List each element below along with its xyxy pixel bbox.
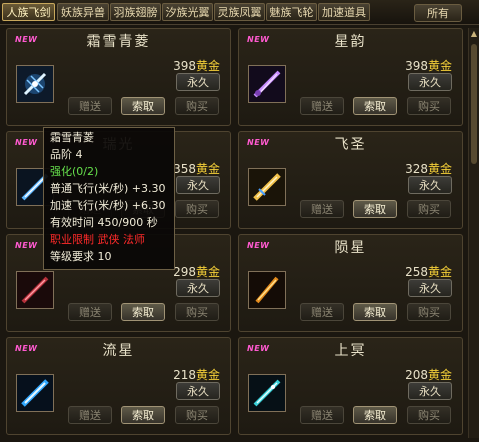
item-name: 星韵: [334, 34, 367, 50]
tooltip-boost-speed: 加速飞行(米/秒) +6.30: [50, 199, 166, 212]
azure-sword-icon[interactable]: [248, 374, 286, 412]
claim-button[interactable]: 索取: [353, 406, 397, 424]
tab-feather-wings[interactable]: 羽族翅膀: [110, 3, 161, 21]
claim-button[interactable]: 索取: [353, 200, 397, 218]
item-card: NEW 流星 218黄金 永久 赠送 索取 购买: [6, 337, 231, 435]
frost-sword-icon[interactable]: [16, 65, 54, 103]
new-badge: NEW: [247, 241, 270, 250]
tooltip-job-limit: 职业限制 武侠 法师: [50, 233, 145, 246]
item-name: 流星: [102, 343, 135, 359]
claim-button[interactable]: 索取: [121, 406, 165, 424]
item-name: 飞圣: [334, 137, 367, 153]
buy-button[interactable]: 购买: [175, 303, 219, 321]
tooltip-title: 霜雪青菱: [50, 131, 94, 144]
price: 258黄金: [405, 265, 452, 279]
new-badge: NEW: [247, 344, 270, 353]
comet-sword-icon[interactable]: [16, 374, 54, 412]
gift-button[interactable]: 赠送: [300, 200, 344, 218]
permanent-duration-button[interactable]: 永久: [176, 176, 220, 194]
permanent-duration-button[interactable]: 永久: [176, 279, 220, 297]
new-badge: NEW: [15, 241, 38, 250]
category-tab-bar: 人族飞剑 妖族异兽 羽族翅膀 汐族光翼 灵族凤翼 魅族飞轮 加速道具 所有: [0, 0, 479, 25]
claim-button[interactable]: 索取: [353, 303, 397, 321]
filter-all-dropdown[interactable]: 所有: [414, 4, 462, 22]
item-name: 陨星: [334, 240, 367, 256]
claim-button[interactable]: 索取: [121, 97, 165, 115]
tab-human-flying-sword[interactable]: 人族飞剑: [2, 3, 55, 21]
tooltip-duration: 有效时间 450/900 秒: [50, 216, 158, 229]
permanent-duration-button[interactable]: 永久: [176, 73, 220, 91]
claim-button[interactable]: 索取: [121, 303, 165, 321]
item-tooltip: 霜雪青菱 品阶 4 强化(0/2) 普通飞行(米/秒) +3.30 加速飞行(米…: [43, 127, 175, 270]
tooltip-level-requirement: 等级要求 10: [50, 250, 112, 263]
buy-button[interactable]: 购买: [175, 200, 219, 218]
price: 218黄金: [173, 368, 220, 382]
gift-button[interactable]: 赠送: [300, 406, 344, 424]
new-badge: NEW: [15, 344, 38, 353]
item-card: NEW 星韵 398黄金 永久 赠送 索取 购买: [238, 28, 463, 126]
scroll-up-arrow-icon[interactable]: ▲: [469, 28, 479, 40]
new-badge: NEW: [247, 138, 270, 147]
permanent-duration-button[interactable]: 永久: [408, 382, 452, 400]
tooltip-normal-speed: 普通飞行(米/秒) +3.30: [50, 182, 166, 195]
tab-demon-beast[interactable]: 妖族异兽: [57, 3, 109, 21]
buy-button[interactable]: 购买: [407, 303, 451, 321]
tooltip-grade: 品阶 4: [50, 148, 83, 161]
price: 298黄金: [173, 265, 220, 279]
gift-button[interactable]: 赠送: [68, 406, 112, 424]
permanent-duration-button[interactable]: 永久: [408, 176, 452, 194]
buy-button[interactable]: 购买: [407, 406, 451, 424]
scrollbar[interactable]: ▲: [468, 28, 479, 438]
buy-button[interactable]: 购买: [407, 200, 451, 218]
gift-button[interactable]: 赠送: [68, 97, 112, 115]
buy-button[interactable]: 购买: [407, 97, 451, 115]
price: 328黄金: [405, 162, 452, 176]
gift-button[interactable]: 赠送: [68, 303, 112, 321]
gift-button[interactable]: 赠送: [300, 303, 344, 321]
new-badge: NEW: [247, 35, 270, 44]
price: 398黄金: [405, 59, 452, 73]
item-name: 上冥: [334, 343, 367, 359]
price: 358黄金: [173, 162, 220, 176]
tab-spirit-phoenix-wings[interactable]: 灵族凤翼: [214, 3, 265, 21]
scroll-thumb[interactable]: [471, 44, 477, 164]
purple-blade-icon[interactable]: [248, 65, 286, 103]
price: 208黄金: [405, 368, 452, 382]
tab-speed-items[interactable]: 加速道具: [318, 3, 370, 21]
item-card: NEW 陨星 258黄金 永久 赠送 索取 购买: [238, 234, 463, 332]
item-card: NEW 霜雪青菱 398黄金 永久 赠送 索取 购买: [6, 28, 231, 126]
permanent-duration-button[interactable]: 永久: [408, 73, 452, 91]
crimson-sword-icon[interactable]: [16, 271, 54, 309]
new-badge: NEW: [15, 35, 38, 44]
item-name: 霜雪青菱: [86, 34, 151, 50]
claim-button[interactable]: 索取: [353, 97, 397, 115]
price: 398黄金: [173, 59, 220, 73]
flame-sword-icon[interactable]: [248, 271, 286, 309]
permanent-duration-button[interactable]: 永久: [176, 382, 220, 400]
buy-button[interactable]: 购买: [175, 97, 219, 115]
buy-button[interactable]: 购买: [175, 406, 219, 424]
golden-sword-icon[interactable]: [248, 168, 286, 206]
item-card: NEW 飞圣 328黄金 永久 赠送 索取 购买: [238, 131, 463, 229]
item-card: NEW 上冥 208黄金 永久 赠送 索取 购买: [238, 337, 463, 435]
tab-charm-flying-wheel[interactable]: 魅族飞轮: [266, 3, 317, 21]
permanent-duration-button[interactable]: 永久: [408, 279, 452, 297]
tooltip-enhance: 强化(0/2): [50, 165, 99, 178]
new-badge: NEW: [15, 138, 38, 147]
tab-xi-light-wings[interactable]: 汐族光翼: [162, 3, 213, 21]
gift-button[interactable]: 赠送: [300, 97, 344, 115]
